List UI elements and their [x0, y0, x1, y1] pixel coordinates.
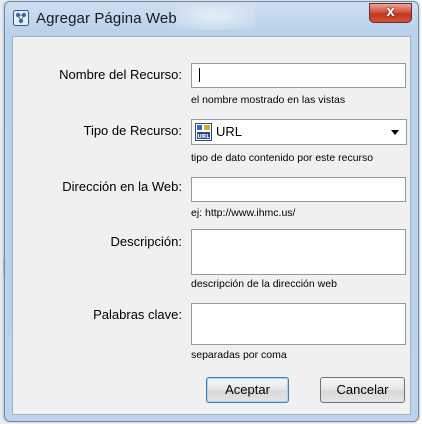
chevron-down-icon[interactable]	[391, 130, 399, 135]
resource-name-input[interactable]	[191, 63, 406, 88]
svg-text:URL: URL	[197, 134, 210, 140]
keywords-textarea[interactable]	[191, 303, 406, 345]
resource-type-value: URL	[216, 124, 243, 139]
dialog-window: Agregar Página Web x Nombre del Recurso:…	[4, 1, 419, 422]
resource-type-label: Tipo de Recurso:	[83, 123, 182, 138]
close-icon: x	[386, 3, 395, 20]
resource-type-dropdown[interactable]: URL URL	[191, 119, 407, 145]
resource-name-hint: el nombre mostrado en las vistas	[191, 94, 346, 106]
description-hint: descripción de la dirección web	[191, 278, 337, 290]
close-button[interactable]: x	[369, 3, 412, 23]
title-glare	[175, 4, 255, 30]
cancel-button[interactable]: Cancelar	[320, 377, 405, 403]
app-icon	[13, 10, 29, 26]
description-label: Descripción:	[110, 234, 182, 249]
web-address-input[interactable]	[191, 177, 406, 202]
web-address-label: Dirección en la Web:	[62, 179, 182, 194]
title-bar[interactable]: Agregar Página Web x	[5, 2, 418, 36]
window-title: Agregar Página Web	[36, 10, 177, 27]
url-icon: URL	[195, 123, 212, 141]
resource-type-hint: tipo de dato contenido por este recurso	[191, 152, 374, 164]
accept-button[interactable]: Aceptar	[206, 377, 289, 403]
resource-name-label: Nombre del Recurso:	[59, 67, 182, 82]
keywords-hint: separadas por coma	[191, 349, 287, 361]
keywords-label: Palabras clave:	[93, 307, 182, 322]
dialog-body: Nombre del Recurso: el nombre mostrado e…	[12, 36, 411, 415]
description-textarea[interactable]	[191, 229, 406, 275]
web-address-hint: ej: http://www.ihmc.us/	[191, 207, 296, 219]
text-caret	[199, 68, 200, 82]
